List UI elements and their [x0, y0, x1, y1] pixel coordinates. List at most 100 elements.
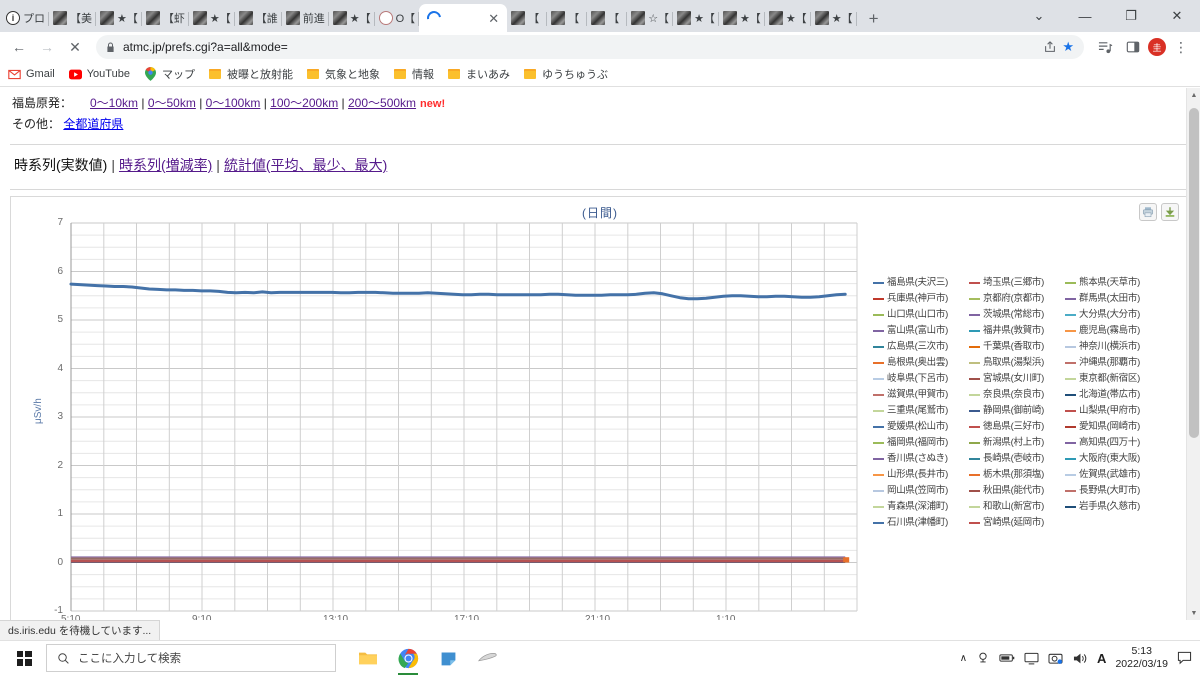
bookmark-star-icon[interactable]: ★ [1062, 39, 1074, 55]
legend-item-22[interactable]: 奈良県(奈良市) [969, 387, 1065, 403]
legend-item-6[interactable]: 山口県(山口市) [873, 307, 969, 323]
address-bar[interactable]: atmc.jp/prefs.cgi?a=all&mode= ★ [96, 35, 1084, 59]
link-distance-1[interactable]: 0〜50km [148, 96, 196, 110]
legend-item-35[interactable]: 大阪府(東大阪) [1065, 451, 1161, 467]
legend-item-36[interactable]: 山形県(長井市) [873, 467, 969, 483]
legend-item-13[interactable]: 千葉県(香取市) [969, 339, 1065, 355]
legend-item-20[interactable]: 東京都(新宿区) [1065, 371, 1161, 387]
tab-13[interactable]: ☆【 [627, 4, 673, 32]
start-button[interactable] [2, 641, 46, 675]
bookmark-item-0[interactable]: Gmail [8, 68, 55, 81]
display-icon[interactable] [1024, 652, 1039, 665]
scrollbar-thumb[interactable] [1189, 108, 1199, 438]
bookmark-item-1[interactable]: YouTube [68, 68, 130, 81]
legend-item-10[interactable]: 福井県(敦賀市) [969, 323, 1065, 339]
tab-7[interactable]: ★【 [329, 4, 375, 32]
bookmark-item-7[interactable]: ゆうちゅうぶ [524, 66, 608, 82]
tab-4[interactable]: ★【 [189, 4, 235, 32]
legend-item-28[interactable]: 徳島県(三好市) [969, 419, 1065, 435]
legend-item-42[interactable]: 青森県(深浦町) [873, 499, 969, 515]
legend-item-1[interactable]: 埼玉県(三郷市) [969, 275, 1065, 291]
legend-item-23[interactable]: 北海道(帯広市) [1065, 387, 1161, 403]
legend-item-43[interactable]: 和歌山(新宮市) [969, 499, 1065, 515]
link-distance-4[interactable]: 200〜500km [348, 96, 416, 110]
legend-item-3[interactable]: 兵庫県(神戸市) [873, 291, 969, 307]
tab-11[interactable]: 【 [547, 4, 588, 32]
webcam-icon[interactable] [976, 651, 990, 665]
legend-item-26[interactable]: 山梨県(甲府市) [1065, 403, 1161, 419]
forward-button[interactable]: → [34, 34, 60, 60]
tab-12[interactable]: 【 [587, 4, 628, 32]
legend-item-8[interactable]: 大分県(大分市) [1065, 307, 1161, 323]
legend-item-15[interactable]: 島根県(奥出雲) [873, 355, 969, 371]
minimize-button[interactable]: — [1062, 0, 1108, 32]
maximize-button[interactable]: ❐ [1108, 0, 1154, 32]
side-panel-icon[interactable] [1120, 34, 1146, 60]
battery-icon[interactable] [999, 652, 1015, 664]
scroll-down-arrow-icon[interactable]: ▼ [1187, 606, 1200, 620]
legend-item-4[interactable]: 京都府(京都市) [969, 291, 1065, 307]
back-button[interactable]: ← [6, 34, 32, 60]
link-all-prefectures[interactable]: 全都道府県 [63, 117, 123, 131]
legend-item-32[interactable]: 高知県(四万十) [1065, 435, 1161, 451]
legend-item-19[interactable]: 宮城県(女川町) [969, 371, 1065, 387]
legend-item-16[interactable]: 鳥取県(湯梨浜) [969, 355, 1065, 371]
legend-item-9[interactable]: 富山県(富山市) [873, 323, 969, 339]
bookmark-item-3[interactable]: 被曝と放射能 [209, 66, 293, 82]
chrome-menu-button[interactable]: ⋮ [1168, 34, 1194, 60]
legend-item-33[interactable]: 香川県(さぬき) [873, 451, 969, 467]
legend-item-40[interactable]: 秋田県(能代市) [969, 483, 1065, 499]
screenshot-icon[interactable] [1048, 652, 1063, 665]
paint-icon[interactable] [470, 641, 506, 675]
legend-item-34[interactable]: 長崎県(壱岐市) [969, 451, 1065, 467]
legend-item-24[interactable]: 三重県(尾鷲市) [873, 403, 969, 419]
legend-item-5[interactable]: 群馬県(太田市) [1065, 291, 1161, 307]
tab-3[interactable]: 【虾 [142, 4, 189, 32]
tab-2[interactable]: ★【 [96, 4, 142, 32]
legend-item-27[interactable]: 愛媛県(松山市) [873, 419, 969, 435]
taskbar-clock[interactable]: 5:13 2022/03/19 [1115, 645, 1168, 671]
scroll-up-arrow-icon[interactable]: ▲ [1187, 88, 1200, 102]
tab-search-chevron-icon[interactable]: ⌄ [1016, 0, 1062, 32]
legend-item-11[interactable]: 鹿児島(霧島市) [1065, 323, 1161, 339]
legend-item-31[interactable]: 新潟県(村上市) [969, 435, 1065, 451]
tab-active[interactable]: ✕ [419, 4, 508, 32]
nav-item-2[interactable]: 統計値(平均、最少、最大) [224, 157, 387, 173]
bookmark-item-5[interactable]: 情報 [394, 66, 434, 82]
nav-item-1[interactable]: 時系列(増減率) [119, 157, 212, 173]
tab-6[interactable]: 前進 [282, 4, 329, 32]
profile-avatar[interactable]: 圭 [1148, 38, 1166, 56]
legend-item-30[interactable]: 福岡県(福岡市) [873, 435, 969, 451]
taskbar-search[interactable]: ここに入力して検索 [46, 644, 336, 672]
tab-8[interactable]: О【 [375, 4, 420, 32]
link-distance-2[interactable]: 0〜100km [206, 96, 261, 110]
sticky-notes-icon[interactable] [430, 641, 466, 675]
tab-10[interactable]: 【 [507, 4, 548, 32]
legend-item-0[interactable]: 福島県(夫沢三) [873, 275, 969, 291]
media-list-icon[interactable] [1092, 34, 1118, 60]
volume-icon[interactable] [1072, 652, 1088, 665]
notification-icon[interactable] [1177, 651, 1192, 665]
tab-5[interactable]: 【誰 [235, 4, 282, 32]
tab-14[interactable]: ★【 [673, 4, 719, 32]
link-distance-0[interactable]: 0〜10km [90, 96, 138, 110]
new-tab-button[interactable]: + [861, 6, 887, 32]
legend-item-18[interactable]: 岐阜県(下呂市) [873, 371, 969, 387]
tab-0[interactable]: i プロ [2, 4, 49, 32]
legend-item-12[interactable]: 広島県(三次市) [873, 339, 969, 355]
legend-item-38[interactable]: 佐賀県(武雄市) [1065, 467, 1161, 483]
legend-item-46[interactable]: 宮崎県(延岡市) [969, 515, 1065, 531]
page-scrollbar[interactable]: ▲ ▼ [1186, 88, 1200, 620]
share-icon[interactable] [1040, 37, 1060, 57]
legend-item-37[interactable]: 栃木県(那須塩) [969, 467, 1065, 483]
legend-item-21[interactable]: 滋賀県(甲賀市) [873, 387, 969, 403]
tab-15[interactable]: ★【 [719, 4, 765, 32]
stop-loading-button[interactable]: ✕ [62, 34, 88, 60]
legend-item-17[interactable]: 沖縄県(那覇市) [1065, 355, 1161, 371]
legend-item-44[interactable]: 岩手県(久慈市) [1065, 499, 1161, 515]
tab-close-icon[interactable]: ✕ [488, 12, 499, 25]
link-distance-3[interactable]: 100〜200km [270, 96, 338, 110]
legend-item-29[interactable]: 愛知県(岡崎市) [1065, 419, 1161, 435]
file-explorer-icon[interactable] [350, 641, 386, 675]
legend-item-25[interactable]: 静岡県(御前崎) [969, 403, 1065, 419]
